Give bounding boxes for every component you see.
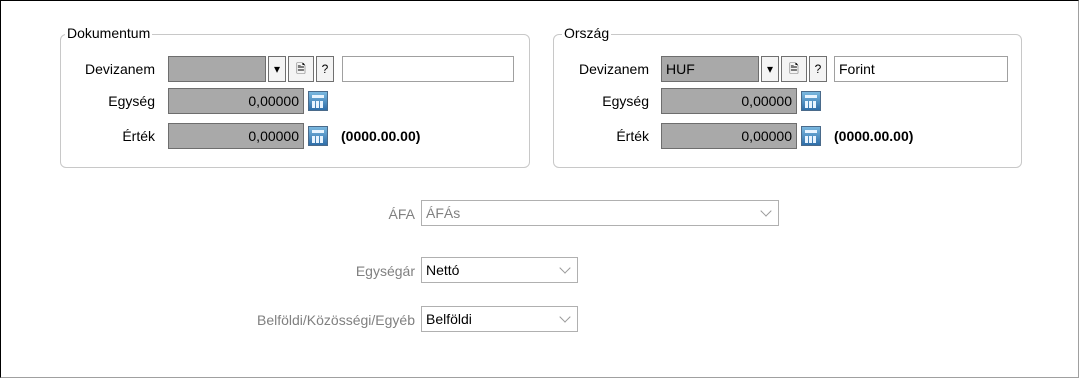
orszag-egyseg-label: Egység [602, 93, 649, 109]
egysegar-label: Egységár [355, 263, 415, 279]
belfoldi-select[interactable]: Belföldi [421, 306, 578, 332]
dokumentum-ertek-field[interactable]: 0,00000 [168, 123, 304, 149]
dokumentum-egyseg-field[interactable]: 0,00000 [168, 88, 304, 114]
chevron-down-icon [559, 311, 571, 323]
orszag-devizanem-document-button[interactable]: 🗎 [781, 56, 807, 82]
orszag-date-text: (0000.00.00) [834, 128, 914, 144]
orszag-ertek-field[interactable]: 0,00000 [661, 123, 797, 149]
help-icon: ? [321, 62, 329, 76]
chevron-down-icon [559, 262, 571, 274]
egysegar-select[interactable]: Nettó [421, 257, 578, 283]
dokumentum-devizanem-dropdown-button[interactable]: ▾ [268, 56, 286, 82]
afa-select[interactable]: ÁFÁs [421, 200, 779, 226]
dokumentum-currency-name-field[interactable] [342, 56, 514, 82]
afa-select-value: ÁFÁs [426, 205, 461, 221]
belfoldi-select-value: Belföldi [426, 311, 472, 327]
orszag-ertek-calculator-icon[interactable] [801, 126, 821, 146]
orszag-egyseg-field[interactable]: 0,00000 [661, 88, 797, 114]
dropdown-arrow-icon: ▾ [273, 62, 281, 76]
orszag-devizanem-label: Devizanem [578, 61, 649, 77]
dokumentum-date-text: (0000.00.00) [341, 128, 421, 144]
document-icon: 🗎 [296, 62, 306, 76]
dokumentum-egyseg-label: Egység [108, 93, 155, 109]
dokumentum-ertek-calculator-icon[interactable] [308, 126, 328, 146]
afa-label: ÁFA [388, 206, 415, 222]
dokumentum-devizanem-help-button[interactable]: ? [316, 56, 334, 82]
dokumentum-devizanem-document-button[interactable]: 🗎 [288, 56, 314, 82]
orszag-ertek-label: Érték [616, 128, 649, 144]
orszag-devizanem-dropdown-button[interactable]: ▾ [761, 56, 779, 82]
orszag-devizanem-select[interactable]: HUF [661, 56, 759, 82]
orszag-currency-name-field[interactable]: Forint [834, 56, 1008, 82]
orszag-group-title: Ország [562, 25, 612, 41]
dokumentum-devizanem-select[interactable] [168, 56, 266, 82]
chevron-down-icon [760, 205, 772, 217]
dokumentum-devizanem-label: Devizanem [84, 61, 155, 77]
dropdown-arrow-icon: ▾ [766, 62, 774, 76]
dokumentum-group-title: Dokumentum [65, 25, 153, 41]
orszag-egyseg-calculator-icon[interactable] [801, 91, 821, 111]
help-icon: ? [814, 62, 822, 76]
document-icon: 🗎 [789, 62, 799, 76]
dokumentum-egyseg-calculator-icon[interactable] [308, 91, 328, 111]
dokumentum-ertek-label: Érték [122, 128, 155, 144]
egysegar-select-value: Nettó [426, 262, 460, 278]
orszag-devizanem-help-button[interactable]: ? [809, 56, 827, 82]
belfoldi-label: Belföldi/Közösségi/Egyéb [257, 312, 415, 328]
